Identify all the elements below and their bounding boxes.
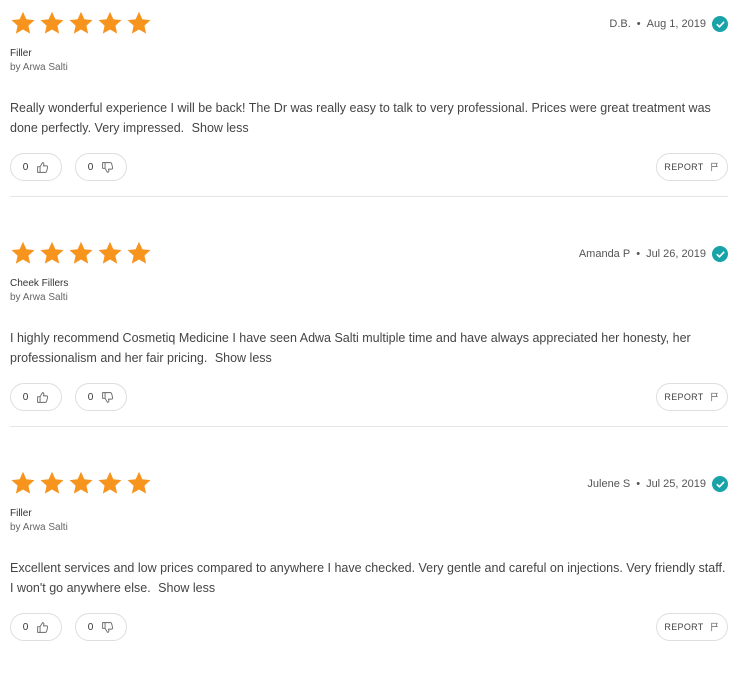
review-date: Jul 25, 2019 — [646, 478, 706, 490]
thumbs-down-icon — [102, 391, 114, 403]
upvote-count: 0 — [22, 391, 29, 403]
meta-separator: • — [636, 248, 641, 260]
star-icon — [98, 241, 122, 264]
downvote-button[interactable]: 0 — [75, 153, 127, 181]
review-text: Really wonderful experience I will be ba… — [10, 101, 711, 135]
review-card: D.B. • Aug 1, 2019 Filler by Arwa Salti … — [0, 0, 747, 230]
report-label: REPORT — [664, 392, 704, 402]
review-text: I highly recommend Cosmetiq Medicine I h… — [10, 331, 691, 365]
review-text-block: Really wonderful experience I will be ba… — [10, 98, 730, 138]
thumbs-up-icon — [37, 621, 49, 633]
review-list: D.B. • Aug 1, 2019 Filler by Arwa Salti … — [0, 0, 747, 690]
flag-icon — [710, 392, 718, 402]
verified-check-icon — [712, 246, 728, 262]
star-icon — [11, 241, 35, 264]
report-button[interactable]: REPORT — [656, 383, 728, 411]
star-icon — [127, 241, 151, 264]
star-rating — [10, 470, 152, 496]
show-less-link[interactable]: Show less — [215, 351, 272, 365]
star-icon — [127, 11, 151, 34]
provider-byline: by Arwa Salti — [10, 522, 68, 533]
star-icon — [98, 471, 122, 494]
star-icon — [40, 471, 64, 494]
upvote-button[interactable]: 0 — [10, 153, 62, 181]
star-icon — [11, 11, 35, 34]
star-icon — [69, 241, 93, 264]
reviewer-name: D.B. — [609, 18, 631, 30]
star-icon — [69, 471, 93, 494]
service-name: Filler — [10, 48, 32, 59]
show-less-link[interactable]: Show less — [158, 581, 215, 595]
review-meta: Julene S • Jul 25, 2019 — [587, 476, 728, 492]
service-name: Cheek Fillers — [10, 278, 69, 289]
review-divider — [10, 426, 728, 427]
star-icon — [127, 471, 151, 494]
review-text: Excellent services and low prices compar… — [10, 561, 726, 595]
star-icon — [11, 471, 35, 494]
upvote-button[interactable]: 0 — [10, 613, 62, 641]
review-card: Julene S • Jul 25, 2019 Filler by Arwa S… — [0, 460, 747, 690]
report-button[interactable]: REPORT — [656, 153, 728, 181]
meta-separator: • — [636, 478, 641, 490]
verified-check-icon — [712, 476, 728, 492]
upvote-button[interactable]: 0 — [10, 383, 62, 411]
flag-icon — [710, 622, 718, 632]
downvote-button[interactable]: 0 — [75, 383, 127, 411]
downvote-button[interactable]: 0 — [75, 613, 127, 641]
star-icon — [69, 11, 93, 34]
service-name: Filler — [10, 508, 32, 519]
reviewer-name: Julene S — [587, 478, 631, 490]
meta-separator: • — [636, 18, 641, 30]
report-label: REPORT — [664, 162, 704, 172]
show-less-link[interactable]: Show less — [192, 121, 249, 135]
thumbs-up-icon — [37, 161, 49, 173]
star-icon — [40, 241, 64, 264]
thumbs-down-icon — [102, 621, 114, 633]
verified-check-icon — [712, 16, 728, 32]
review-text-block: Excellent services and low prices compar… — [10, 558, 730, 598]
upvote-count: 0 — [22, 621, 29, 633]
review-meta: D.B. • Aug 1, 2019 — [609, 16, 728, 32]
provider-byline: by Arwa Salti — [10, 62, 68, 73]
star-icon — [98, 11, 122, 34]
reviewer-name: Amanda P — [578, 248, 631, 260]
downvote-count: 0 — [87, 621, 94, 633]
flag-icon — [710, 162, 718, 172]
star-rating — [10, 240, 152, 266]
star-icon — [40, 11, 64, 34]
review-card: Amanda P • Jul 26, 2019 Cheek Fillers by… — [0, 230, 747, 460]
review-divider — [10, 196, 728, 197]
thumbs-up-icon — [37, 391, 49, 403]
review-date: Aug 1, 2019 — [646, 18, 706, 30]
star-rating — [10, 10, 152, 36]
downvote-count: 0 — [87, 391, 94, 403]
downvote-count: 0 — [87, 161, 94, 173]
review-text-block: I highly recommend Cosmetiq Medicine I h… — [10, 328, 730, 368]
report-label: REPORT — [664, 622, 704, 632]
upvote-count: 0 — [22, 161, 29, 173]
review-meta: Amanda P • Jul 26, 2019 — [579, 246, 728, 262]
review-date: Jul 26, 2019 — [646, 248, 706, 260]
thumbs-down-icon — [102, 161, 114, 173]
report-button[interactable]: REPORT — [656, 613, 728, 641]
provider-byline: by Arwa Salti — [10, 292, 68, 303]
